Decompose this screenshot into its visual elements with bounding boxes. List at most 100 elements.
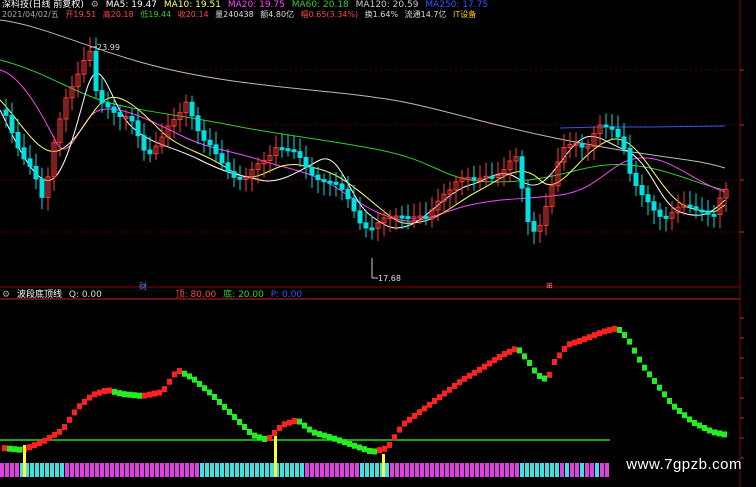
signal-bar — [600, 463, 604, 477]
candle-body — [693, 206, 699, 211]
candle-body — [213, 144, 219, 155]
chart-canvas[interactable]: 23.99 17.68 — [0, 0, 756, 487]
signal-bar — [460, 463, 464, 477]
signal-bar — [505, 463, 509, 477]
signal-bar — [545, 463, 549, 477]
candle-body — [639, 184, 645, 196]
signal-bar — [350, 463, 354, 477]
oscillator-step — [72, 409, 77, 416]
candle-body — [357, 210, 363, 224]
oscillator-step — [467, 372, 472, 379]
candle-body — [489, 175, 495, 179]
oscillator-step — [162, 386, 167, 393]
indicator-title[interactable]: 波段底顶线 — [17, 290, 62, 300]
oscillator-step — [502, 351, 507, 358]
oscillator-step — [77, 403, 82, 410]
oscillator-step — [182, 370, 187, 377]
oscillator-step — [337, 437, 342, 444]
indicator-settings-icon[interactable]: ⚙ — [2, 290, 10, 300]
signal-bar — [315, 463, 319, 477]
signal-bar — [185, 463, 189, 477]
oscillator-step — [672, 403, 677, 410]
oscillator-step — [517, 347, 522, 354]
signal-bar — [15, 463, 19, 477]
oscillator-step — [722, 431, 727, 438]
signal-bar — [360, 463, 364, 477]
oscillator-step — [597, 330, 602, 337]
signal-bar — [540, 463, 544, 477]
signal-bar — [550, 463, 554, 477]
signal-bar — [105, 463, 109, 477]
signal-bar — [65, 463, 69, 477]
oscillator-step — [12, 446, 17, 453]
oscillator-step — [557, 352, 562, 359]
candlestick-series[interactable] — [3, 37, 729, 245]
signal-bar — [30, 463, 34, 477]
signal-bar — [75, 463, 79, 477]
candle-body — [105, 102, 111, 108]
candle-body — [21, 147, 27, 160]
candle-body — [471, 177, 477, 181]
signal-bar — [410, 463, 414, 477]
signal-bar — [320, 463, 324, 477]
oscillator-step — [682, 412, 687, 419]
candle-body — [627, 147, 633, 174]
oscillator-step — [547, 371, 552, 378]
signal-bar — [520, 463, 524, 477]
candle-body — [687, 204, 693, 208]
signal-bar — [145, 463, 149, 477]
signal-bar — [300, 463, 304, 477]
candle-body — [369, 227, 375, 231]
signal-bar — [305, 463, 309, 477]
signal-bar — [585, 463, 589, 477]
oscillator-step — [32, 442, 37, 449]
oscillator-series[interactable] — [2, 325, 727, 455]
oscillator-step — [82, 398, 87, 405]
signal-bar — [35, 463, 39, 477]
signal-bar — [570, 463, 574, 477]
oscillator-step — [247, 429, 252, 435]
signal-bar — [130, 463, 134, 477]
indicator-top: 顶: 80.00 — [175, 290, 217, 300]
candle-body — [615, 128, 621, 138]
oscillator-step — [297, 418, 302, 425]
signal-bar — [340, 463, 344, 477]
signal-bar — [345, 463, 349, 477]
oscillator-step — [272, 430, 277, 436]
oscillator-step — [137, 392, 142, 399]
oscillator-step — [287, 419, 292, 426]
candle-body — [345, 188, 351, 200]
candle-body — [147, 149, 153, 155]
candle-body — [351, 198, 357, 212]
event-marker-icon[interactable]: ⊞ — [546, 281, 553, 290]
signal-bar — [150, 463, 154, 477]
signal-bar — [500, 463, 504, 477]
oscillator-step — [242, 424, 247, 430]
candle-body — [663, 215, 669, 219]
oscillator-step — [482, 363, 487, 370]
signal-bar — [40, 463, 44, 477]
signal-bar — [430, 463, 434, 477]
oscillator-step — [592, 332, 597, 339]
oscillator-step — [67, 416, 72, 423]
candle-body — [711, 213, 717, 217]
oscillator-step — [262, 436, 267, 442]
candle-body — [579, 142, 585, 148]
oscillator-step — [617, 327, 622, 333]
signal-bar — [210, 463, 214, 477]
signal-bar — [90, 463, 94, 477]
signal-bar — [70, 463, 74, 477]
oscillator-step — [667, 398, 672, 404]
oscillator-step — [572, 339, 577, 346]
oscillator-step — [602, 328, 607, 335]
oscillator-step — [37, 440, 42, 447]
oscillator-step — [197, 380, 202, 387]
candle-body — [531, 220, 537, 232]
oscillator-step — [392, 434, 397, 441]
indicator-legend: ⚙ 波段底顶线 Q: 0.00 顶: 80.00 底: 20.00 P: 0.0… — [2, 290, 306, 300]
oscillator-step — [102, 388, 107, 394]
oscillator-step — [332, 435, 337, 442]
oscillator-step — [447, 386, 452, 393]
signal-bar — [355, 463, 359, 477]
oscillator-step — [527, 360, 532, 366]
